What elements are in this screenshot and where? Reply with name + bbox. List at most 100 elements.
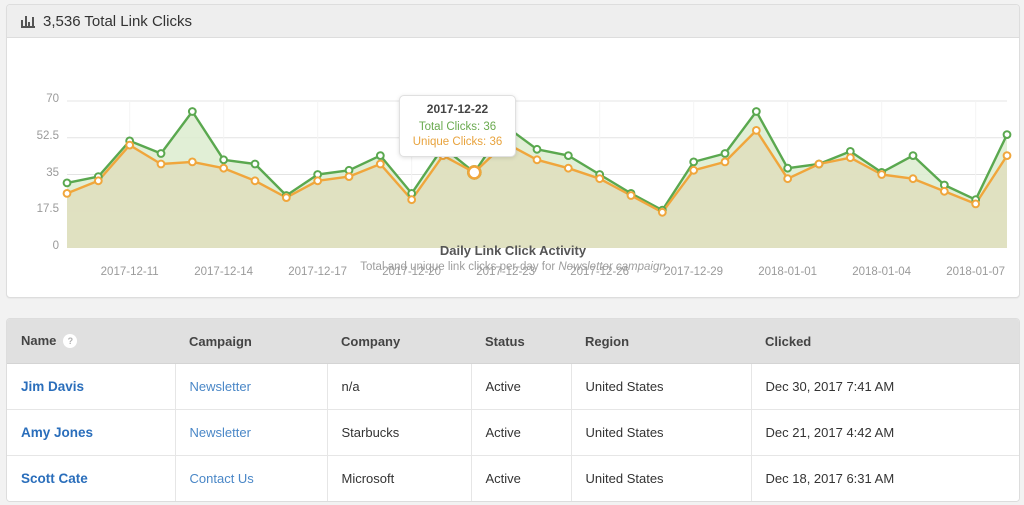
table-body: Jim Davis Newsletter n/a Active United State…	[7, 363, 1019, 501]
unique-clicks-point[interactable]	[783, 174, 793, 184]
chart-caption: Daily Link Click Activity Total and uniq…	[7, 243, 1019, 273]
cell-clicked: Dec 18, 2017 6:31 AM	[751, 455, 1019, 501]
link-clicks-panel: 3,536 Total Link Clicks 0 17.5 35 52.5 70 201…	[6, 4, 1020, 298]
unique-clicks-point[interactable]	[407, 195, 417, 205]
page-root: 3,536 Total Link Clicks 0 17.5 35 52.5 70 201…	[0, 0, 1024, 505]
column-header-campaign[interactable]: Campaign	[175, 319, 327, 364]
total-clicks-point[interactable]	[375, 151, 385, 160]
cell-company: n/a	[327, 363, 472, 410]
column-header-name-label: Name	[21, 333, 57, 349]
unique-clicks-point[interactable]	[125, 140, 135, 150]
unique-clicks-point[interactable]	[219, 163, 229, 173]
total-clicks-point[interactable]	[783, 163, 793, 173]
unique-clicks-point[interactable]	[313, 176, 323, 186]
y-axis-tick-label: 35	[46, 166, 59, 179]
total-clicks-point[interactable]	[751, 107, 761, 116]
column-header-status[interactable]: Status	[471, 319, 571, 364]
unique-clicks-point[interactable]	[689, 165, 699, 175]
cell-campaign: Newsletter	[175, 409, 328, 456]
cell-campaign: Contact Us	[175, 455, 328, 501]
campaign-link[interactable]: Contact Us	[190, 471, 254, 486]
total-clicks-point[interactable]	[908, 151, 918, 160]
unique-clicks-point[interactable]	[532, 155, 542, 165]
cell-campaign: Newsletter	[175, 363, 328, 410]
unique-clicks-point[interactable]	[467, 165, 482, 180]
cell-status: Active	[471, 455, 572, 501]
cell-status: Active	[471, 409, 572, 456]
unique-clicks-point[interactable]	[156, 159, 166, 169]
unique-clicks-point[interactable]	[751, 126, 761, 135]
chart-subtitle-prefix: Total and unique link clicks per-day for	[360, 261, 559, 273]
tooltip-unique-clicks: Unique Clicks: 36	[412, 136, 503, 148]
cell-clicked: Dec 30, 2017 7:41 AM	[751, 363, 1019, 410]
unique-clicks-point[interactable]	[657, 207, 667, 217]
contact-link[interactable]: Jim Davis	[21, 379, 84, 394]
contact-link[interactable]: Amy Jones	[21, 425, 93, 440]
unique-clicks-point[interactable]	[877, 170, 887, 179]
column-header-clicked[interactable]: Clicked	[751, 319, 1019, 364]
y-axis-tick-label: 52.5	[36, 129, 59, 142]
total-clicks-point[interactable]	[689, 157, 699, 167]
unique-clicks-point[interactable]	[626, 191, 636, 200]
y-axis-tick-label: 17.5	[36, 203, 59, 216]
table-header-row: Name? Campaign Company Status Region Cli…	[7, 319, 1019, 364]
unique-clicks-point[interactable]	[814, 159, 824, 169]
column-header-company[interactable]: Company	[327, 319, 471, 364]
total-clicks-point[interactable]	[532, 144, 542, 154]
table-row: Amy Jones Newsletter Starbucks Active United…	[7, 409, 1019, 456]
cell-region: United States	[571, 455, 752, 501]
chart-subtitle-emphasis: Newsletter campaign	[558, 261, 666, 273]
cell-name: Amy Jones	[7, 409, 176, 456]
clicks-table-panel: Name? Campaign Company Status Region Cli…	[6, 318, 1020, 502]
total-clicks-point[interactable]	[187, 107, 197, 116]
cell-company: Microsoft	[327, 455, 472, 501]
total-clicks-point[interactable]	[219, 155, 229, 165]
campaign-link[interactable]: Newsletter	[190, 379, 251, 394]
panel-header: 3,536 Total Link Clicks	[7, 5, 1019, 38]
help-icon[interactable]: ?	[63, 333, 78, 348]
unique-clicks-point[interactable]	[720, 157, 730, 167]
chart-tooltip: 2017-12-22 Total Clicks: 36 Unique Click…	[399, 95, 516, 157]
unique-clicks-point[interactable]	[62, 189, 72, 198]
table-header: Name? Campaign Company Status Region Cli…	[7, 319, 1019, 364]
chart-title: Daily Link Click Activity	[439, 243, 587, 258]
cell-clicked: Dec 21, 2017 4:42 AM	[751, 409, 1019, 456]
column-header-name[interactable]: Name?	[7, 319, 175, 364]
cell-name: Scott Cate	[7, 455, 176, 501]
total-clicks-point[interactable]	[62, 178, 72, 188]
total-link-clicks-label: 3,536 Total Link Clicks	[43, 12, 192, 30]
unique-clicks-point[interactable]	[187, 157, 197, 167]
column-header-region[interactable]: Region	[571, 319, 751, 364]
unique-clicks-point[interactable]	[250, 176, 260, 186]
total-clicks-point[interactable]	[250, 159, 260, 169]
total-clicks-point[interactable]	[720, 149, 730, 158]
unique-clicks-point[interactable]	[939, 186, 949, 196]
cell-company: Starbucks	[327, 409, 472, 456]
total-clicks-point[interactable]	[156, 149, 166, 158]
total-clicks-point[interactable]	[563, 151, 573, 160]
cell-region: United States	[571, 409, 752, 456]
chart-subtitle: Total and unique link clicks per-day for…	[7, 261, 1019, 273]
clicks-table: Name? Campaign Company Status Region Cli…	[7, 319, 1019, 501]
unique-clicks-point[interactable]	[845, 153, 855, 163]
campaign-link[interactable]: Newsletter	[190, 425, 251, 440]
cell-region: United States	[571, 363, 752, 410]
unique-clicks-point[interactable]	[375, 159, 385, 169]
bar-chart-icon	[21, 15, 36, 28]
unique-clicks-point[interactable]	[1002, 151, 1012, 160]
y-axis-tick-label: 70	[46, 93, 59, 105]
unique-clicks-point[interactable]	[93, 176, 103, 186]
unique-clicks-point[interactable]	[281, 193, 291, 203]
cell-name: Jim Davis	[7, 363, 176, 410]
table-row: Jim Davis Newsletter n/a Active United State…	[7, 363, 1019, 410]
cell-status: Active	[471, 363, 572, 410]
total-clicks-point[interactable]	[1002, 130, 1012, 139]
unique-clicks-point[interactable]	[971, 199, 981, 209]
contact-link[interactable]: Scott Cate	[21, 471, 88, 486]
table-row: Scott Cate Contact Us Microsoft Active Unite…	[7, 455, 1019, 501]
unique-clicks-point[interactable]	[563, 163, 573, 173]
page-title: 3,536 Total Link Clicks	[21, 13, 192, 30]
unique-clicks-point[interactable]	[595, 174, 605, 184]
unique-clicks-point[interactable]	[908, 174, 918, 184]
unique-clicks-point[interactable]	[344, 172, 354, 182]
